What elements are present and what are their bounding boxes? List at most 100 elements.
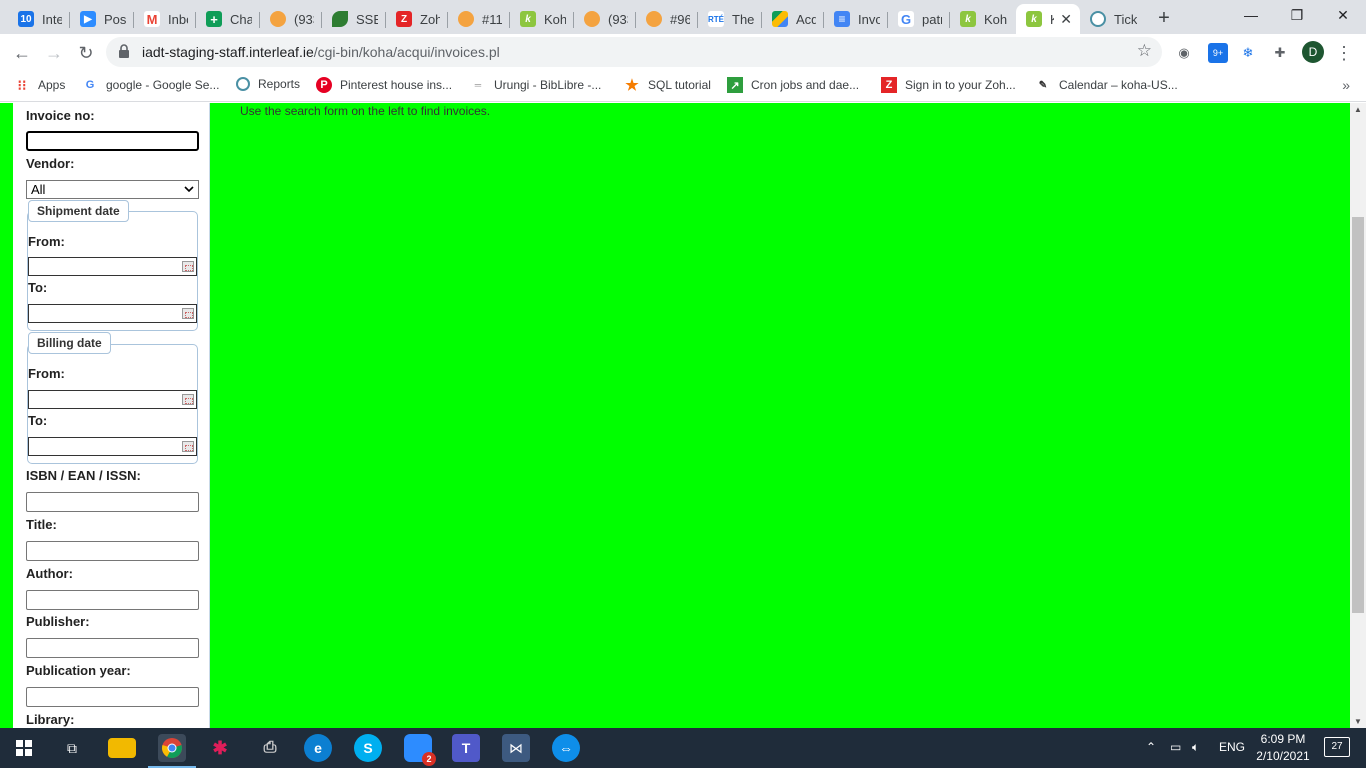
calendar-picker-icon[interactable]: [182, 441, 194, 452]
gmail-icon: M: [144, 11, 160, 27]
vendor-select[interactable]: All: [26, 180, 199, 199]
mysql-workbench-icon[interactable]: ⋈: [502, 734, 530, 762]
browser-tab[interactable]: Z Zoh: [386, 4, 448, 34]
orange-circle-icon: [270, 11, 286, 27]
leaf-icon: [332, 11, 348, 27]
billing-from-label: From:: [28, 366, 65, 381]
teamviewer-icon[interactable]: ⇔: [552, 734, 580, 762]
bookmark-zoho-signin[interactable]: Z Sign in to your Zoh...: [881, 77, 1016, 93]
calendar-icon: ✎: [1038, 79, 1048, 91]
browser-tab[interactable]: SSE: [322, 4, 386, 34]
zoom-taskbar-icon[interactable]: 2: [404, 734, 436, 766]
bookmark-sql-tutorial[interactable]: ★ SQL tutorial: [624, 77, 711, 94]
shipment-to-input[interactable]: [28, 304, 197, 323]
bookmark-reports[interactable]: Reports: [236, 77, 300, 91]
browser-tab[interactable]: G patr: [888, 4, 950, 34]
bookmark-pinterest[interactable]: P Pinterest house ins...: [316, 77, 452, 93]
invoice-no-label: Invoice no:: [26, 108, 95, 123]
browser-tab[interactable]: + Char: [196, 4, 260, 34]
publisher-input[interactable]: [26, 638, 199, 658]
urungi-icon: ═: [474, 80, 482, 90]
scroll-down-icon[interactable]: ▼: [1354, 717, 1362, 726]
new-tab-button[interactable]: +: [1152, 6, 1176, 30]
forward-button[interactable]: →: [40, 39, 68, 67]
bookmarks-bar: ⁝⁝ Apps G google - Google Se... Reports …: [0, 71, 1366, 102]
google-icon: G: [85, 79, 95, 91]
browser-tab-active[interactable]: k K ✕: [1016, 4, 1080, 34]
star-icon: ★: [625, 77, 639, 94]
bookmark-star-icon[interactable]: ☆: [1137, 41, 1152, 61]
apps-grid-icon: ⁝⁝: [17, 76, 27, 93]
file-explorer-icon[interactable]: [108, 738, 136, 758]
slack-icon[interactable]: ✱: [206, 734, 234, 762]
bookmark-urungi[interactable]: ═ Urungi - BibLibre -...: [470, 77, 602, 93]
author-input[interactable]: [26, 590, 199, 610]
address-bar[interactable]: iadt-staging-staff.interleaf.ie/cgi-bin/…: [106, 37, 1162, 67]
title-label: Title:: [26, 517, 57, 532]
bookmark-apps[interactable]: ⁝⁝ Apps: [14, 76, 66, 93]
zoom-icon: ▶: [80, 11, 96, 27]
browser-tab[interactable]: ≡ Invo: [824, 4, 888, 34]
invoice-no-input[interactable]: [26, 131, 199, 151]
skype-icon[interactable]: S: [354, 734, 382, 762]
close-window-button[interactable]: ✕: [1320, 0, 1366, 30]
battery-icon[interactable]: ▭: [1170, 740, 1181, 754]
extension-badge-icon[interactable]: 9+: [1208, 43, 1228, 63]
volume-icon[interactable]: 🔈︎: [1192, 740, 1199, 755]
browser-tab[interactable]: M Inbo: [134, 4, 196, 34]
browser-tab[interactable]: (933: [260, 4, 322, 34]
profile-avatar[interactable]: D: [1302, 41, 1324, 63]
chevron-up-icon[interactable]: ⌃: [1146, 740, 1156, 754]
bookmark-calendar[interactable]: ✎ Calendar – koha-US...: [1035, 77, 1178, 93]
bookmark-cron-jobs[interactable]: ↗ Cron jobs and dae...: [727, 77, 859, 93]
bookmark-google[interactable]: G google - Google Se...: [82, 77, 220, 93]
browser-tab[interactable]: RTÉ The: [698, 4, 762, 34]
billing-to-label: To:: [28, 413, 48, 428]
browser-tab[interactable]: #96:: [636, 4, 698, 34]
teams-icon[interactable]: T: [452, 734, 480, 762]
billing-to-input[interactable]: [28, 437, 197, 456]
minimize-button[interactable]: —: [1228, 0, 1274, 30]
google-icon: G: [898, 11, 914, 27]
reports-icon: [236, 77, 250, 91]
chrome-taskbar-icon[interactable]: [148, 734, 196, 768]
extension-snowflake-icon[interactable]: ❄: [1238, 43, 1258, 63]
browser-tab[interactable]: Acq: [762, 4, 824, 34]
scroll-up-icon[interactable]: ▲: [1354, 105, 1362, 114]
shipment-from-input[interactable]: [28, 257, 197, 276]
back-button[interactable]: ←: [8, 39, 36, 67]
isbn-input[interactable]: [26, 492, 199, 512]
calendar-picker-icon[interactable]: [182, 308, 194, 319]
system-clock[interactable]: 6:09 PM 2/10/2021: [1248, 731, 1318, 765]
reload-button[interactable]: ↻: [72, 39, 100, 67]
printer-icon[interactable]: ⎙: [256, 734, 284, 762]
publication-year-input[interactable]: [26, 687, 199, 707]
action-center-icon[interactable]: 27: [1324, 737, 1350, 757]
library-label: Library:: [26, 712, 75, 727]
edge-icon[interactable]: e: [304, 734, 332, 762]
calendar-picker-icon[interactable]: [182, 261, 194, 272]
scrollbar-thumb[interactable]: [1352, 217, 1364, 613]
browser-tab[interactable]: k Koh: [510, 4, 574, 34]
restore-button[interactable]: ❐: [1274, 0, 1320, 30]
browser-tab[interactable]: 10 Inter: [8, 4, 70, 34]
author-label: Author:: [26, 566, 73, 581]
language-indicator[interactable]: ENG: [1219, 740, 1245, 754]
task-view-icon[interactable]: ⧉: [58, 734, 86, 762]
title-input[interactable]: [26, 541, 199, 561]
browser-tab[interactable]: ▶ Post: [70, 4, 134, 34]
page-scrollbar[interactable]: ▲ ▼: [1350, 103, 1366, 728]
extension-circle-icon[interactable]: ◉: [1174, 43, 1194, 63]
calendar-picker-icon[interactable]: [182, 394, 194, 405]
extensions-puzzle-icon[interactable]: ✚: [1270, 43, 1290, 63]
browser-tab[interactable]: Tick: [1080, 4, 1146, 34]
billing-from-input[interactable]: [28, 390, 197, 409]
close-icon[interactable]: ✕: [1060, 11, 1072, 28]
browser-tab[interactable]: #11:: [448, 4, 510, 34]
browser-tab[interactable]: (933: [574, 4, 636, 34]
bookmarks-overflow-icon[interactable]: »: [1342, 77, 1350, 93]
browser-tab[interactable]: k Koh: [950, 4, 1016, 34]
windows-start-icon[interactable]: [10, 734, 38, 762]
menu-kebab-icon[interactable]: ⋮: [1330, 39, 1358, 67]
koha-icon: k: [1026, 11, 1042, 27]
